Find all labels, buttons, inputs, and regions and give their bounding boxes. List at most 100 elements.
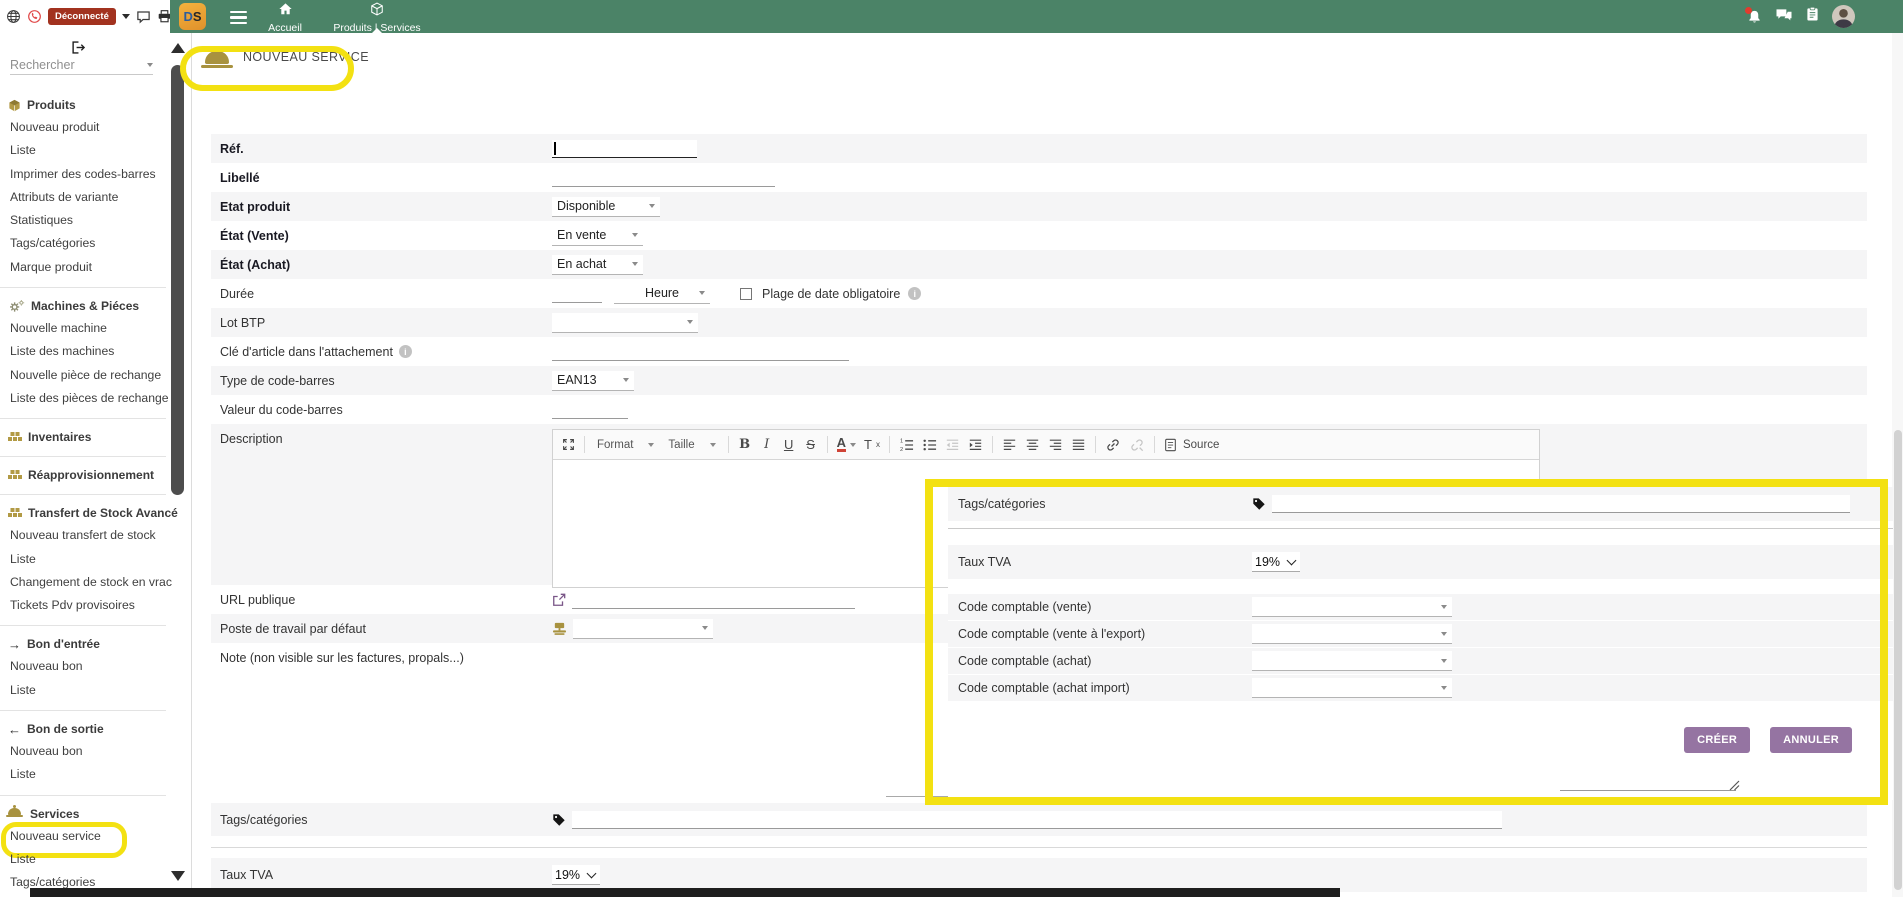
caret-down-icon (1441, 631, 1447, 636)
disconnected-badge[interactable]: Déconnecté (48, 8, 116, 25)
date-range-checkbox[interactable] (740, 287, 752, 300)
size-dropdown[interactable]: Taille (662, 434, 721, 456)
removeformat-button[interactable]: Tx (861, 434, 883, 456)
sidebar-item[interactable]: Nouveau produit (8, 116, 99, 139)
page-scrollbar-thumb[interactable] (1893, 430, 1902, 890)
sidebar-item[interactable]: Nouveau service (1, 821, 127, 859)
select[interactable]: En achat (552, 254, 643, 275)
select-value: 19% (555, 867, 581, 882)
vat-select[interactable]: 19% (552, 865, 601, 885)
sidebar-divider (0, 794, 166, 796)
text-input[interactable] (552, 139, 697, 158)
select[interactable]: Disponible (552, 196, 660, 217)
menu-accueil[interactable]: Accueil (258, 2, 312, 34)
justify-button[interactable] (1068, 434, 1089, 456)
text-input[interactable] (552, 284, 602, 303)
bullist-button[interactable] (919, 434, 940, 456)
sidebar-item[interactable]: Attributs de variante (8, 186, 118, 209)
create-button[interactable]: CRÉER (1684, 727, 1751, 753)
text-input[interactable] (1272, 495, 1850, 513)
select[interactable]: EAN13 (552, 370, 634, 391)
vat-select[interactable]: 19% (1252, 552, 1301, 572)
sidebar-item[interactable]: Liste (8, 548, 36, 571)
caret-down-icon (1441, 658, 1447, 663)
text-input[interactable] (572, 590, 855, 609)
underline-button[interactable]: U (779, 434, 799, 456)
select[interactable] (1252, 678, 1452, 698)
select[interactable] (1252, 597, 1452, 617)
unlink-button[interactable] (1126, 434, 1148, 456)
sidebar-section-title[interactable]: Produits (8, 94, 166, 116)
field-value (1252, 624, 1893, 644)
sidebar-section-title[interactable]: Réapprovisionnement (8, 464, 166, 486)
scroll-down-icon[interactable] (171, 871, 185, 881)
sidebar-section-title[interactable]: Transfert de Stock Avancé (8, 502, 178, 524)
badge-caret-icon[interactable] (121, 14, 130, 19)
sidebar-item[interactable]: Liste des machines (8, 340, 114, 363)
sidebar-item[interactable]: Liste (8, 848, 36, 871)
chat-icon[interactable] (1775, 7, 1793, 27)
app-logo[interactable]: DS (179, 3, 206, 30)
sidebar-section-title[interactable]: Machines & Piéces (8, 295, 166, 317)
resize-handle-icon[interactable] (1729, 778, 1740, 796)
whatsapp-icon[interactable] (27, 9, 42, 25)
sidebar-section-title[interactable]: ← Bon de sortie (8, 718, 166, 740)
sidebar-item[interactable]: Tickets Pdv provisoires (8, 594, 135, 617)
scroll-up-icon[interactable] (171, 43, 185, 53)
hamburger-menu-icon[interactable] (230, 11, 247, 27)
align-left-button[interactable] (999, 434, 1020, 456)
sidebar-item[interactable]: Tags/catégories (8, 232, 95, 255)
sidebar-item[interactable]: Imprimer des codes-barres (8, 163, 156, 186)
scrollbar-thumb[interactable] (171, 65, 184, 495)
text-input[interactable] (552, 342, 849, 361)
cancel-button[interactable]: ANNULER (1770, 727, 1852, 753)
align-right-button[interactable] (1045, 434, 1066, 456)
numlist-button[interactable]: 12 (896, 434, 917, 456)
select[interactable]: En vente (552, 225, 643, 246)
select[interactable] (1252, 651, 1452, 671)
comment-icon[interactable] (136, 9, 151, 25)
sidebar-item[interactable]: Liste (8, 763, 36, 786)
sidebar-section-title[interactable]: Services (6, 803, 166, 825)
sidebar-item[interactable]: Nouvelle pièce de rechange (8, 364, 161, 387)
indent-button[interactable] (965, 434, 986, 456)
user-avatar[interactable] (1832, 5, 1855, 28)
bold-button[interactable]: B (735, 434, 755, 456)
sidebar-item[interactable]: Liste (8, 679, 36, 702)
menu-produits-services[interactable]: Produits | Services (325, 1, 429, 34)
select[interactable] (573, 618, 713, 639)
sidebar-item[interactable]: Nouveau bon (8, 740, 83, 763)
sidebar-item[interactable]: Liste (8, 139, 36, 162)
select-value (557, 315, 560, 329)
strike-button[interactable]: S (801, 434, 821, 456)
sidebar-section-title[interactable]: → Bon d'entrée (8, 633, 166, 655)
text-input[interactable] (572, 810, 1502, 829)
sidebar-item[interactable]: Liste des pièces de rechange (8, 387, 169, 410)
text-input[interactable] (552, 400, 628, 419)
form-row: Libellé (211, 163, 1867, 192)
clipboard-icon[interactable] (1806, 6, 1819, 27)
outdent-button[interactable] (942, 434, 963, 456)
link-button[interactable] (1102, 434, 1124, 456)
sidebar-item[interactable]: Changement de stock en vrac (8, 571, 172, 594)
globe-icon[interactable] (6, 9, 21, 25)
sidebar-section-title[interactable]: Inventaires (8, 426, 166, 448)
sidebar-item[interactable]: Statistiques (8, 209, 73, 232)
select[interactable] (1252, 624, 1452, 644)
source-button[interactable]: Source (1161, 434, 1222, 456)
search-input[interactable]: Rechercher (10, 55, 153, 75)
sidebar-item[interactable]: Nouveau bon (8, 655, 83, 678)
text-input[interactable] (552, 168, 775, 187)
sidebar-item[interactable]: Nouvelle machine (8, 317, 107, 340)
select[interactable] (552, 312, 698, 333)
textcolor-button[interactable]: A (834, 434, 859, 456)
notifications-bell-icon[interactable] (1745, 6, 1762, 25)
sidebar-item[interactable]: Marque produit (8, 256, 92, 279)
italic-button[interactable]: I (757, 434, 777, 456)
maximize-button[interactable] (558, 434, 578, 456)
format-dropdown[interactable]: Format (591, 434, 660, 456)
align-center-button[interactable] (1022, 434, 1043, 456)
sidebar-item[interactable]: Nouveau transfert de stock (8, 524, 156, 547)
field-label-text: Tags/catégories (220, 812, 308, 827)
select[interactable]: Heure (614, 283, 710, 304)
